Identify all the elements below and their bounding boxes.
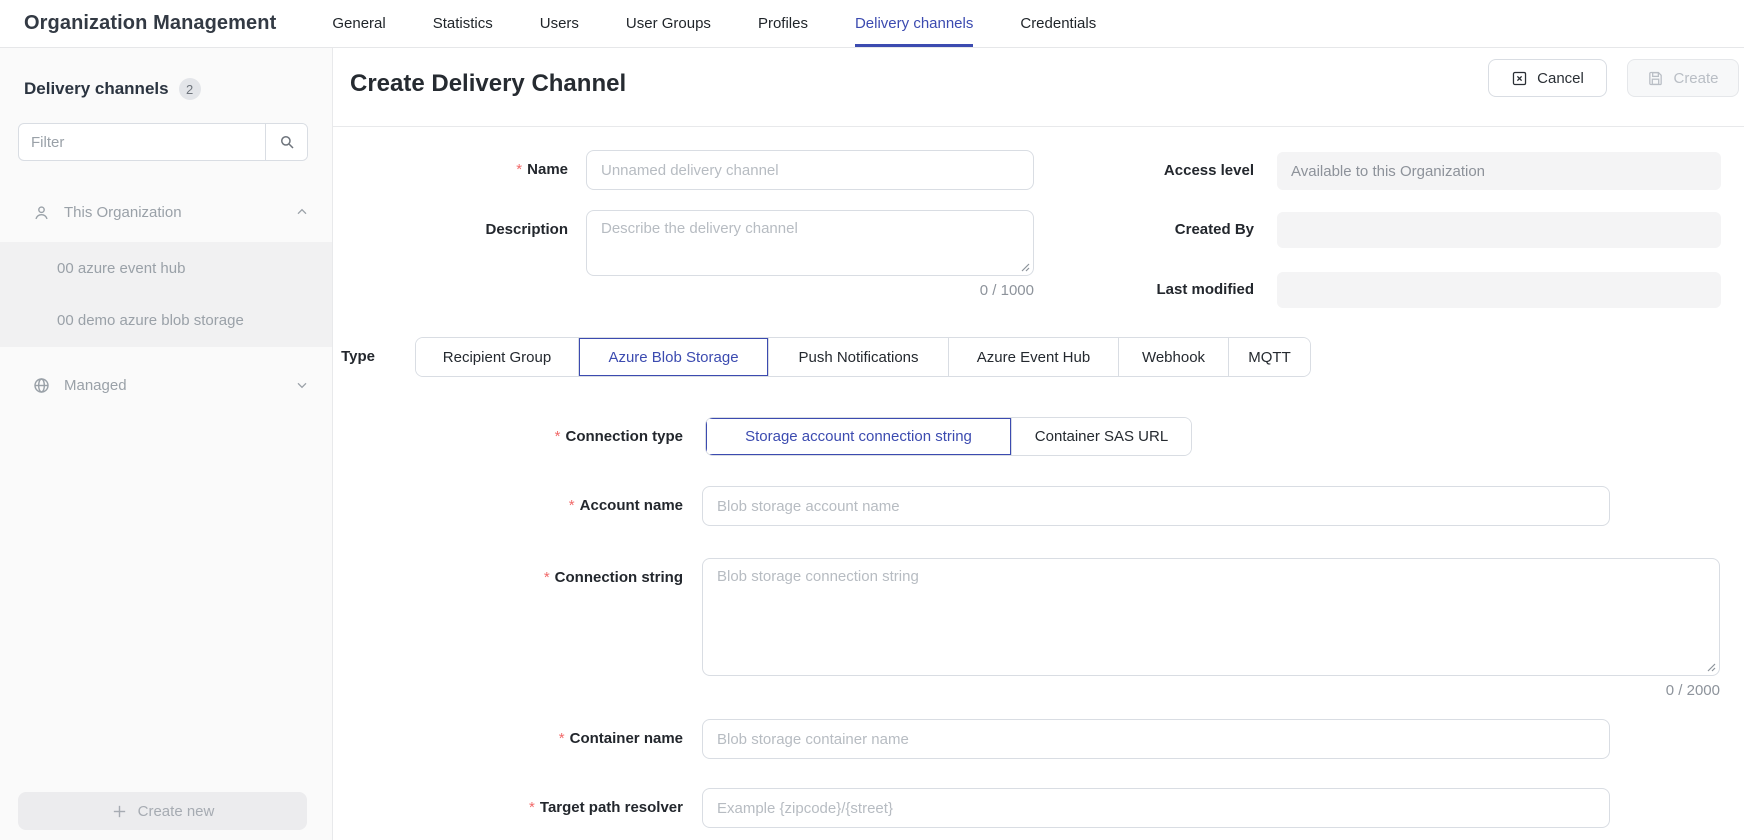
target-path-resolver-input[interactable] [702, 788, 1610, 828]
person-icon [32, 203, 51, 222]
container-name-input[interactable] [702, 719, 1610, 759]
search-icon [278, 133, 296, 151]
create-label: Create [1673, 70, 1718, 87]
tree-group-label: This Organization [64, 204, 182, 221]
connection-type-option-connection-string[interactable]: Storage account connection string [706, 418, 1011, 455]
sidebar-title: Delivery channels [24, 79, 169, 99]
create-new-label: Create new [138, 803, 215, 820]
name-label: *Name [333, 150, 568, 190]
tree-group-this-organization[interactable]: This Organization [0, 190, 332, 234]
filter-box [18, 123, 308, 161]
access-level-label: Access level [1023, 152, 1254, 190]
connection-string-textarea-wrap [702, 558, 1720, 676]
sidebar: Delivery channels 2 This Organization [0, 48, 333, 840]
last-modified-label: Last modified [1023, 272, 1254, 308]
target-path-resolver-label: *Target path resolver [333, 788, 683, 828]
top-bar: Organization Management General Statisti… [0, 0, 1744, 48]
filter-search-button[interactable] [265, 124, 307, 160]
plus-icon [111, 803, 128, 820]
save-icon [1647, 70, 1664, 87]
type-option-mqtt[interactable]: MQTT [1228, 338, 1310, 376]
create-button[interactable]: Create [1627, 59, 1739, 97]
access-level-field: Available to this Organization [1277, 152, 1721, 190]
tree-item-demo-azure-blob-storage[interactable]: 00 demo azure blob storage [0, 294, 332, 346]
tree-children: 00 azure event hub 00 demo azure blob st… [0, 242, 332, 347]
header-divider [333, 126, 1744, 127]
connection-type-label: *Connection type [333, 417, 683, 456]
nav-tab-profiles[interactable]: Profiles [758, 0, 808, 47]
description-label: Description [333, 210, 568, 250]
nav-tab-users[interactable]: Users [540, 0, 579, 47]
connection-type-segmented-group: Storage account connection string Contai… [705, 417, 1192, 456]
type-label: Type [333, 337, 375, 377]
globe-icon [32, 376, 51, 395]
type-segmented-group: Recipient Group Azure Blob Storage Push … [415, 337, 1311, 377]
page-title: Create Delivery Channel [350, 70, 626, 98]
chevron-down-icon [294, 377, 310, 393]
tree-group-managed[interactable]: Managed [0, 363, 332, 407]
created-by-field [1277, 212, 1721, 248]
nav-tab-delivery-channels[interactable]: Delivery channels [855, 0, 973, 47]
app-title: Organization Management [24, 12, 276, 35]
close-square-icon [1511, 70, 1528, 87]
account-name-input[interactable] [702, 486, 1610, 526]
sidebar-header: Delivery channels 2 [24, 78, 201, 100]
type-option-webhook[interactable]: Webhook [1118, 338, 1228, 376]
sidebar-count-badge: 2 [179, 78, 201, 100]
connection-string-counter: 0 / 2000 [702, 682, 1720, 699]
connection-string-textarea[interactable] [702, 558, 1720, 676]
filter-input[interactable] [19, 124, 265, 160]
app-body: Delivery channels 2 This Organization [0, 48, 1744, 840]
name-input[interactable] [586, 150, 1034, 190]
cancel-label: Cancel [1537, 70, 1584, 87]
tree-item-azure-event-hub[interactable]: 00 azure event hub [0, 242, 332, 294]
chevron-up-icon [294, 204, 310, 220]
description-textarea-wrap [586, 210, 1034, 276]
description-textarea[interactable] [586, 210, 1034, 276]
type-option-azure-blob-storage[interactable]: Azure Blob Storage [578, 338, 768, 376]
top-nav: General Statistics Users User Groups Pro… [332, 0, 1096, 47]
nav-tab-general[interactable]: General [332, 0, 385, 47]
description-counter: 0 / 1000 [586, 282, 1034, 299]
create-new-button[interactable]: Create new [18, 792, 307, 830]
nav-tab-credentials[interactable]: Credentials [1020, 0, 1096, 47]
type-option-push-notifications[interactable]: Push Notifications [768, 338, 948, 376]
screen: Organization Management General Statisti… [0, 0, 1744, 840]
last-modified-field [1277, 272, 1721, 308]
created-by-label: Created By [1023, 212, 1254, 248]
type-option-recipient-group[interactable]: Recipient Group [416, 338, 578, 376]
type-option-azure-event-hub[interactable]: Azure Event Hub [948, 338, 1118, 376]
container-name-label: *Container name [333, 719, 683, 759]
cancel-button[interactable]: Cancel [1488, 59, 1607, 97]
account-name-label: *Account name [333, 486, 683, 526]
connection-type-option-sas-url[interactable]: Container SAS URL [1011, 418, 1191, 455]
main-content: Create Delivery Channel Cancel Create *N… [333, 48, 1744, 840]
nav-tab-statistics[interactable]: Statistics [433, 0, 493, 47]
nav-tab-user-groups[interactable]: User Groups [626, 0, 711, 47]
connection-string-label: *Connection string [333, 558, 683, 598]
tree-group-label: Managed [64, 377, 127, 394]
